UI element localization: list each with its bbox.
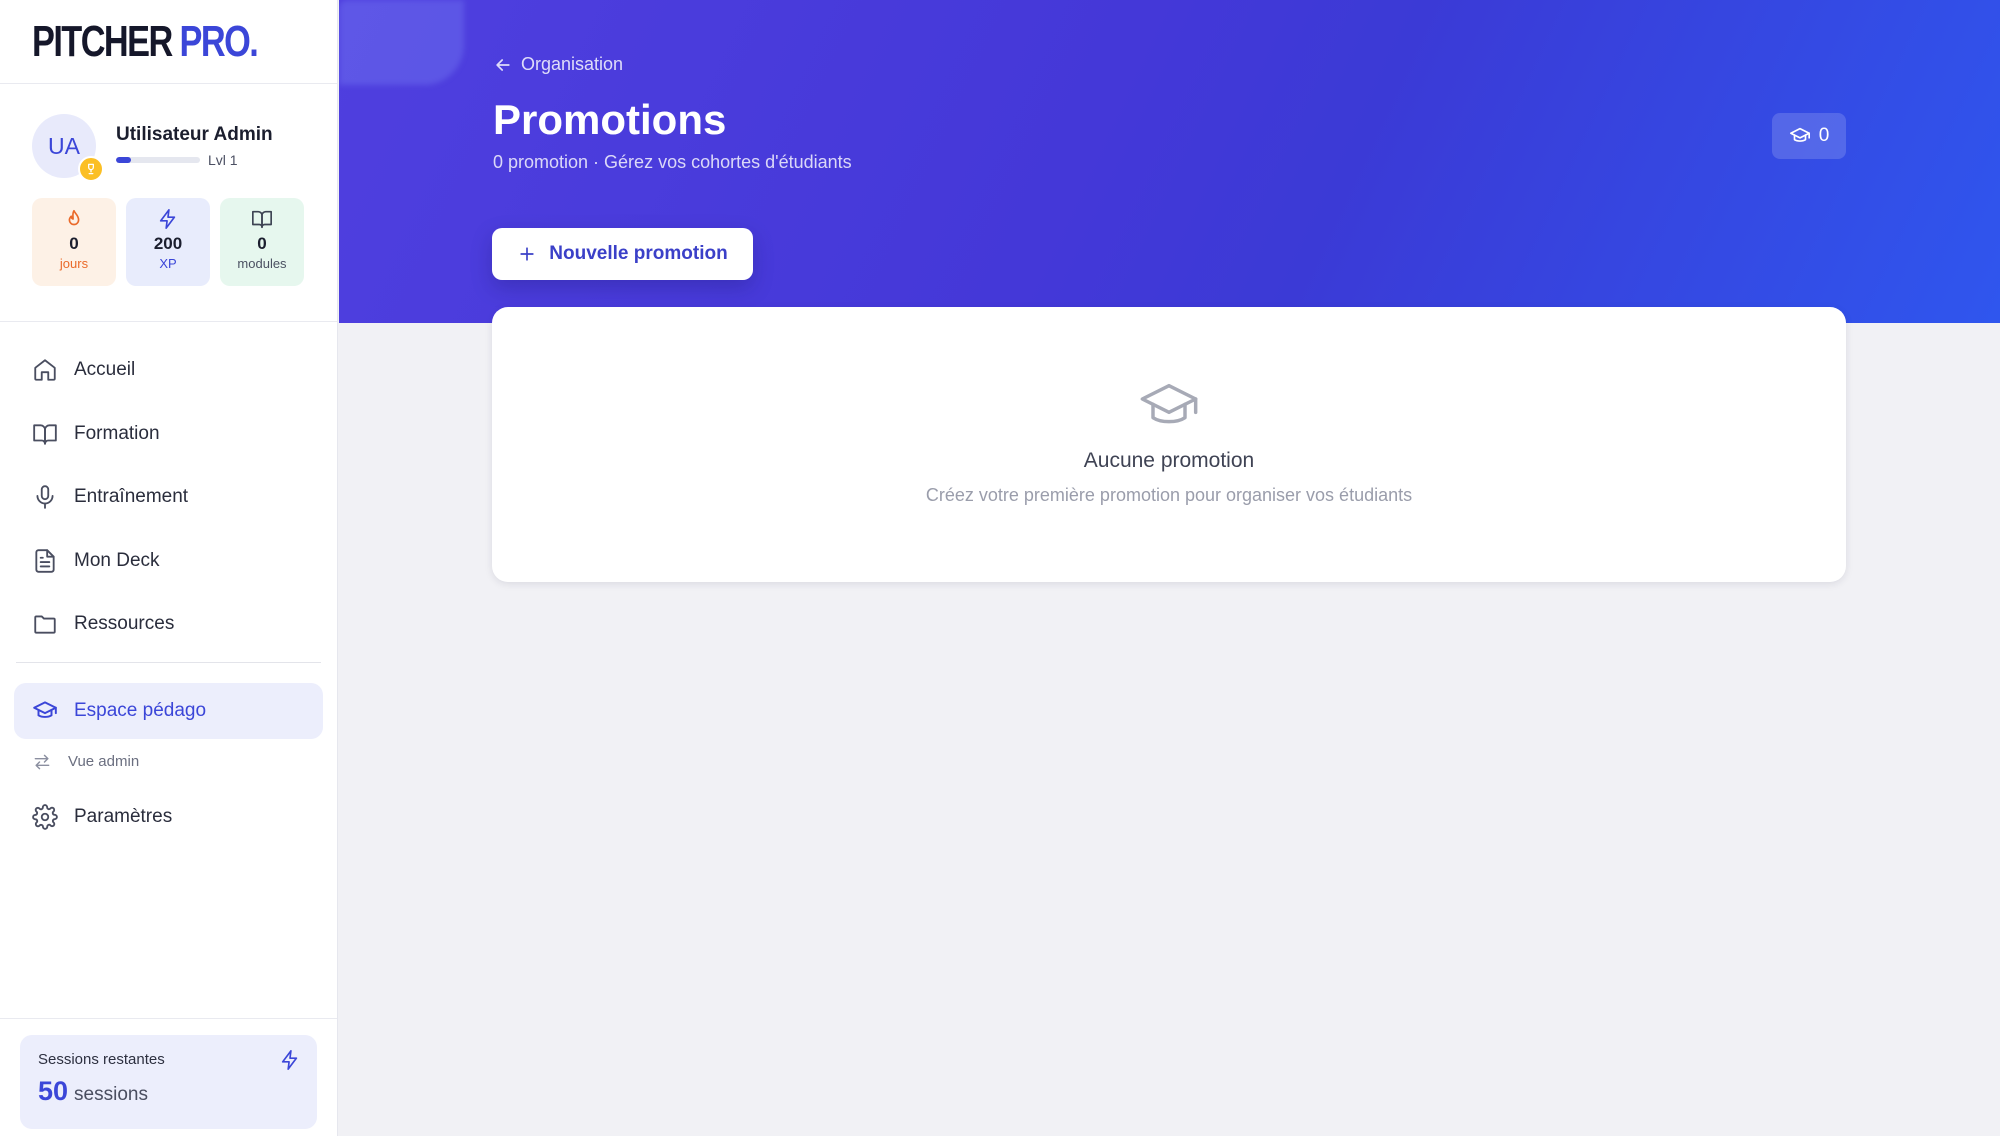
- empty-state-subtitle: Créez votre première promotion pour orga…: [925, 485, 1413, 505]
- level-progress-bar: [116, 157, 200, 163]
- document-icon: [35, 548, 55, 573]
- sidebar-item-label: Mon Deck: [74, 549, 160, 571]
- stat-xp-unit: XP: [159, 256, 177, 271]
- sidebar-item-accueil[interactable]: Accueil: [14, 342, 323, 398]
- page-subtitle: 0 promotion · Gérez vos cohortes d'étudi…: [493, 152, 852, 172]
- promotion-count: 0: [1818, 125, 1830, 146]
- empty-state-title: Aucune promotion: [1083, 449, 1255, 472]
- folder-icon: [34, 615, 56, 634]
- breadcrumb-label: Organisation: [521, 54, 624, 74]
- stat-modules: 0 modules: [220, 198, 304, 286]
- graduation-cap-icon: [1140, 383, 1198, 424]
- stats-row: 0 jours 200 XP 0 modules: [32, 198, 305, 286]
- plus-icon: [520, 247, 534, 261]
- stat-streak-unit: jours: [59, 256, 89, 271]
- sidebar-item-label: Accueil: [74, 359, 136, 380]
- stat-streak: 0 jours: [32, 198, 116, 286]
- breadcrumb-back-link[interactable]: Organisation: [493, 54, 623, 75]
- arrow-left-icon: [496, 58, 510, 71]
- swap-arrows-icon: [34, 754, 50, 769]
- promotion-count-badge: 0: [1772, 113, 1846, 159]
- new-promotion-button[interactable]: Nouvelle promotion: [492, 228, 753, 280]
- sidebar-item-parametres[interactable]: Paramètres: [14, 789, 323, 845]
- stat-streak-value: 0: [69, 234, 79, 253]
- sidebar: PITCHERPRO. UA Utilisateur Admin Lvl 1: [0, 0, 338, 1136]
- bolt-icon: [281, 1050, 298, 1070]
- sidebar-item-formation[interactable]: Formation: [14, 406, 323, 462]
- logo-part2: PRO.: [179, 16, 259, 66]
- sidebar-item-entrainement[interactable]: Entraînement: [14, 469, 323, 525]
- avatar[interactable]: UA: [32, 114, 104, 182]
- sidebar-nav: Accueil Formation Entraînement Mon Deck …: [0, 322, 337, 845]
- flame-icon: [68, 209, 80, 226]
- level-progress-fill: [116, 157, 132, 163]
- sidebar-item-ressources[interactable]: Ressources: [14, 596, 323, 652]
- sessions-unit: sessions: [74, 1084, 148, 1105]
- stat-modules-value: 0: [257, 234, 267, 253]
- sidebar-item-label: Vue admin: [68, 753, 140, 770]
- profile-name: Utilisateur Admin: [116, 124, 273, 145]
- home-icon: [34, 359, 56, 381]
- bolt-icon: [159, 209, 176, 229]
- sidebar-item-label: Espace pédago: [74, 700, 207, 721]
- sidebar-item-label: Paramètres: [74, 805, 173, 827]
- empty-state-card: Aucune promotion Créez votre première pr…: [492, 307, 1846, 582]
- book-open-icon: [33, 423, 57, 445]
- sidebar-item-label: Ressources: [74, 613, 175, 634]
- logo-part1: PITCHER: [32, 16, 173, 66]
- gear-icon: [32, 803, 58, 830]
- logo[interactable]: PITCHER PRO.: [32, 16, 259, 67]
- level-label: Lvl 1: [208, 152, 238, 168]
- page-title: Promotions: [493, 96, 727, 143]
- sessions-count: 50: [38, 1076, 69, 1106]
- microphone-icon: [36, 485, 54, 509]
- book-open-icon: [252, 210, 272, 229]
- profile-card: UA Utilisateur Admin Lvl 1 0 jours 200 X…: [0, 84, 337, 322]
- graduation-cap-icon: [33, 701, 57, 718]
- stat-modules-unit: modules: [237, 256, 287, 271]
- sidebar-item-mon-deck[interactable]: Mon Deck: [14, 533, 323, 589]
- sidebar-footer: Sessions restantes 50 sessions: [0, 1018, 337, 1136]
- sidebar-header: PITCHER PRO.: [0, 0, 337, 84]
- sidebar-item-vue-admin[interactable]: Vue admin: [14, 747, 323, 777]
- stat-xp: 200 XP: [126, 198, 210, 286]
- sidebar-item-espace-pedago[interactable]: Espace pédago: [14, 683, 323, 739]
- sessions-card: Sessions restantes 50 sessions: [20, 1035, 317, 1129]
- nav-divider: [16, 662, 321, 663]
- avatar-initials: UA: [48, 132, 80, 159]
- graduation-cap-icon: [1789, 127, 1810, 142]
- trophy-icon: [78, 156, 104, 182]
- sessions-title: Sessions restantes: [38, 1051, 165, 1068]
- stat-xp-value: 200: [153, 234, 183, 253]
- sidebar-item-label: Formation: [74, 422, 160, 444]
- new-promotion-label: Nouvelle promotion: [549, 243, 728, 264]
- sidebar-item-label: Entraînement: [74, 486, 189, 507]
